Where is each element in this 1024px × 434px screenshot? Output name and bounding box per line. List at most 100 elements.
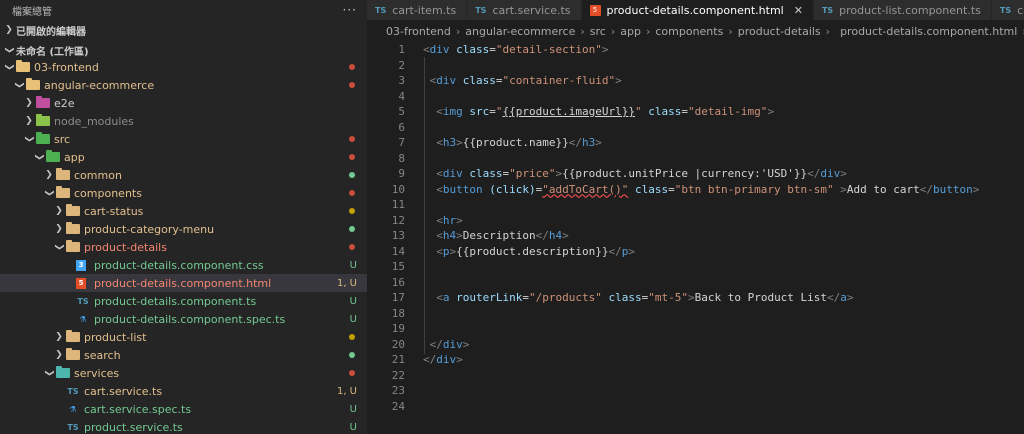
close-icon[interactable]: ✕ bbox=[794, 4, 803, 17]
tree-file[interactable]: 3 product-details.component.css U bbox=[0, 256, 367, 274]
ts-file-icon: TS bbox=[375, 5, 387, 15]
tree-folder[interactable]: ❯ product-details bbox=[0, 238, 367, 256]
folder-icon bbox=[16, 60, 30, 72]
tab-cart-status[interactable]: TS cart-status bbox=[991, 0, 1024, 20]
tree-folder[interactable]: ❯ e2e bbox=[0, 94, 367, 112]
tab-label: cart-item.ts bbox=[392, 3, 457, 17]
tree-file[interactable]: TS product-details.component.ts U bbox=[0, 292, 367, 310]
code-editor[interactable]: 1 <div class="detail-section"> 2 3 <div cla… bbox=[367, 42, 1024, 434]
code-text: <h3>{{product.name}}</h3> bbox=[405, 135, 602, 151]
breadcrumb-item[interactable]: angular-ecommerce bbox=[465, 25, 575, 38]
line-number: 22 bbox=[391, 368, 405, 382]
breadcrumb-item[interactable]: product-details bbox=[738, 25, 821, 38]
tree-item-label: search bbox=[84, 348, 121, 362]
tree-file[interactable]: TS product.service.ts U bbox=[0, 418, 367, 434]
tree-folder[interactable]: ❯ src bbox=[0, 130, 367, 148]
code-token: </ bbox=[423, 353, 437, 366]
tree-folder[interactable]: ❯ common bbox=[0, 166, 367, 184]
more-actions-icon[interactable]: ··· bbox=[343, 3, 357, 17]
folder-icon bbox=[36, 114, 50, 126]
html-file-icon: 5 bbox=[589, 4, 601, 16]
ts-file-icon: TS bbox=[475, 5, 487, 15]
explorer-title: 檔案總管 bbox=[12, 6, 52, 18]
git-status-dot bbox=[349, 190, 355, 196]
git-status-badge: U bbox=[349, 403, 357, 415]
line-number: 18 bbox=[391, 306, 405, 320]
breadcrumb-item[interactable]: src bbox=[590, 25, 606, 38]
tree-folder[interactable]: ❯ components bbox=[0, 184, 367, 202]
code-token: < bbox=[436, 182, 443, 196]
code-line: 2 bbox=[367, 58, 1024, 74]
code-text: <a routerLink="/products" class="mt-5">B… bbox=[405, 290, 853, 306]
tree-folder[interactable]: ❯ search bbox=[0, 346, 367, 364]
code-token: button bbox=[933, 182, 973, 196]
chevron-down-icon: ❯ bbox=[54, 243, 64, 251]
code-line: 13 <h4>Description</h4> bbox=[367, 228, 1024, 244]
tree-item-label: services bbox=[74, 366, 120, 380]
code-token: "price" bbox=[509, 167, 556, 180]
tab-product-list-component-ts[interactable]: TS product-list.component.ts bbox=[813, 0, 992, 20]
workspace-section[interactable]: ❯ 未命名 (工作區) bbox=[0, 40, 367, 60]
spec-file-icon: ⚗ bbox=[69, 404, 77, 414]
code-line: 10 <button (click)="addToCart()" class="… bbox=[367, 182, 1024, 198]
code-line: 24 bbox=[367, 399, 1024, 415]
breadcrumb-separator-icon: › bbox=[728, 24, 733, 38]
tree-folder[interactable]: ❯ 03-frontend bbox=[0, 58, 367, 76]
tab-cart-service-ts[interactable]: TS cart.service.ts bbox=[467, 0, 582, 20]
tree-folder[interactable]: ❯ product-list bbox=[0, 328, 367, 346]
tree-file[interactable]: ⚗ cart.service.spec.ts U bbox=[0, 400, 367, 418]
code-token: " bbox=[634, 105, 642, 118]
tree-folder[interactable]: ❯ product-category-menu bbox=[0, 220, 367, 238]
code-text: <hr> bbox=[405, 213, 463, 229]
code-token: > bbox=[972, 182, 980, 196]
tree-folder[interactable]: ❯ services bbox=[0, 364, 367, 382]
git-status-badge: U bbox=[349, 421, 357, 433]
code-token: = bbox=[495, 74, 503, 87]
tree-item-label: app bbox=[64, 150, 85, 164]
git-status-dot bbox=[349, 136, 355, 142]
tree-folder[interactable]: ❯ node_modules bbox=[0, 112, 367, 130]
open-editors-section[interactable]: ❯ 已開啟的編輯器 bbox=[0, 20, 367, 40]
tab-label: cart.service.ts bbox=[492, 3, 571, 17]
code-token: > bbox=[628, 244, 635, 258]
code-token: Description bbox=[462, 229, 536, 242]
chevron-right-icon: ❯ bbox=[55, 206, 63, 216]
code-line: 21 </div> bbox=[367, 352, 1024, 368]
breadcrumb-item[interactable]: product-details.component.html bbox=[840, 25, 1017, 38]
code-token: "detail-img" bbox=[687, 105, 768, 118]
breadcrumb-item[interactable]: app bbox=[620, 25, 641, 38]
breadcrumb-item[interactable]: 03-frontend bbox=[386, 25, 451, 38]
git-status-dot bbox=[349, 226, 355, 232]
code-token: class bbox=[648, 105, 682, 118]
git-status-badge: 1, U bbox=[336, 277, 357, 289]
code-token: class bbox=[462, 74, 496, 87]
code-token: = bbox=[668, 182, 675, 196]
tree-item-label: src bbox=[54, 132, 71, 146]
tree-folder[interactable]: ❯ angular-ecommerce bbox=[0, 76, 367, 94]
code-token: < bbox=[436, 213, 443, 227]
folder-icon bbox=[66, 348, 80, 360]
tree-file[interactable]: ⚗ product-details.component.spec.ts U bbox=[0, 310, 367, 328]
code-token: < bbox=[436, 291, 443, 304]
code-token: "mt-5" bbox=[648, 291, 688, 304]
tree-item-label: product-details bbox=[84, 240, 167, 254]
code-line: 11 bbox=[367, 197, 1024, 213]
breadcrumb-item[interactable]: components bbox=[655, 25, 723, 38]
tree-folder[interactable]: ❯ app bbox=[0, 148, 367, 166]
tree-folder[interactable]: ❯ cart-status bbox=[0, 202, 367, 220]
code-token: = bbox=[681, 105, 688, 118]
line-number: 21 bbox=[391, 353, 405, 366]
code-token: {{product.description}} bbox=[456, 244, 609, 258]
tree-item-label: product-details.component.ts bbox=[94, 294, 257, 308]
tree-file[interactable]: 5 product-details.component.html 1, U bbox=[0, 274, 367, 292]
folder-icon bbox=[66, 222, 80, 234]
tree-file[interactable]: TS cart.service.ts 1, U bbox=[0, 382, 367, 400]
tab-cart-item-ts[interactable]: TS cart-item.ts bbox=[367, 0, 468, 20]
code-line: 3 <div class="container-fluid"> bbox=[367, 73, 1024, 89]
tab-product-details-component-html[interactable]: 5 product-details.component.html ✕ bbox=[581, 0, 814, 20]
code-text: <p>{{product.description}}</p> bbox=[405, 244, 635, 260]
